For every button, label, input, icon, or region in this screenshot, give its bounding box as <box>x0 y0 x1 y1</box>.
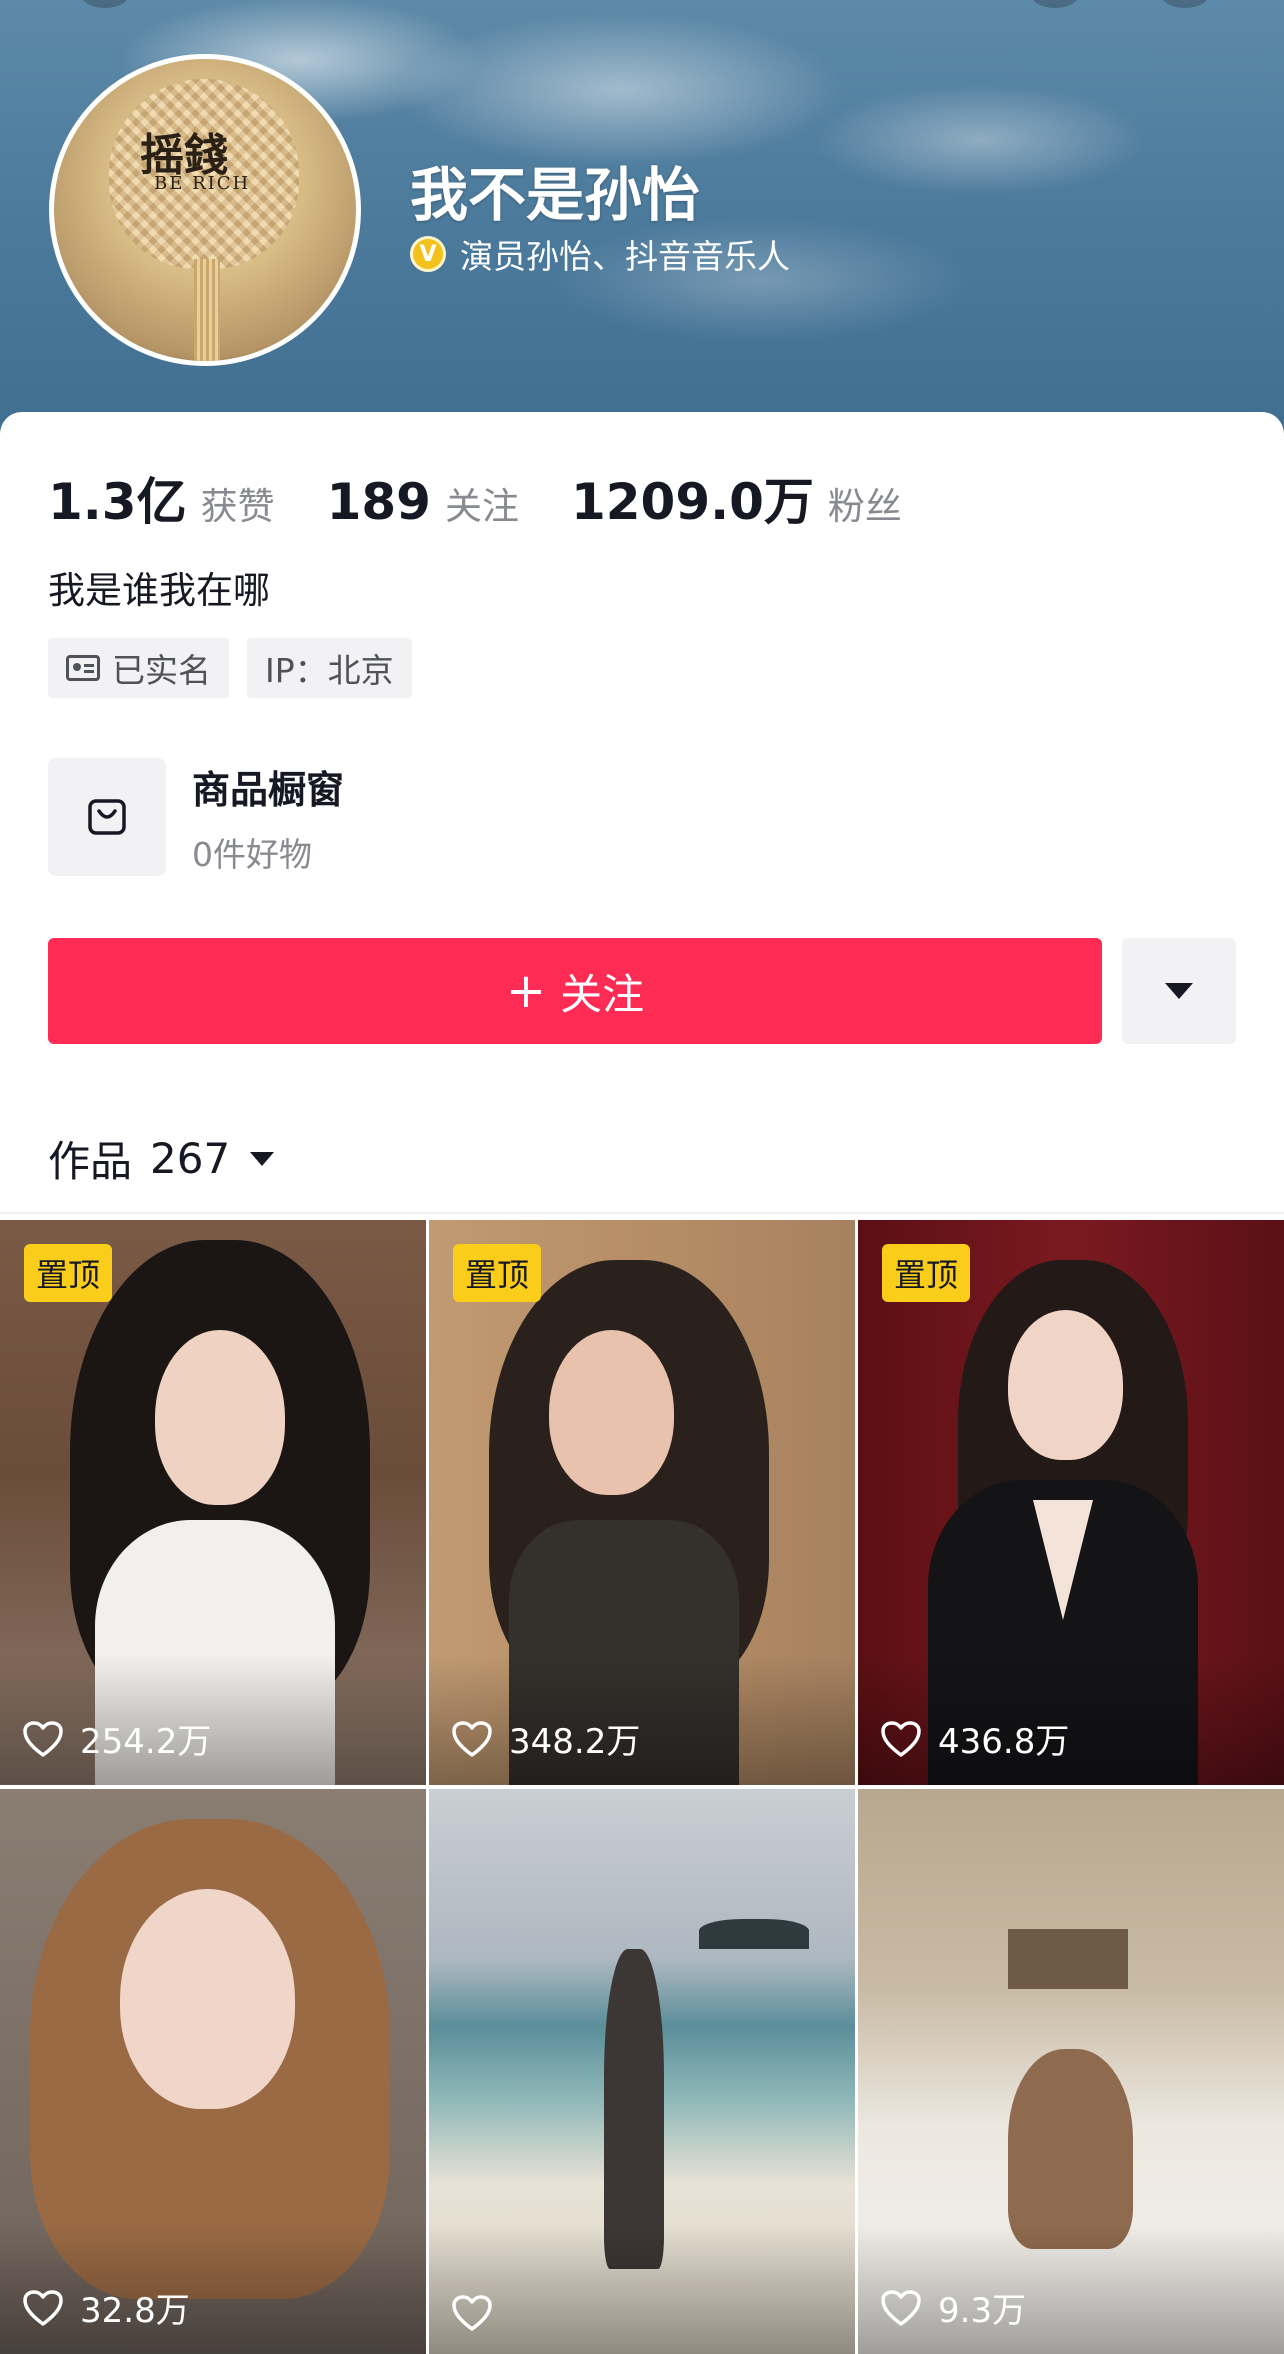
video-likes-count: 9.3万 <box>938 2291 1027 2331</box>
video-likes-count: 436.8万 <box>938 1722 1070 1762</box>
works-tab[interactable]: 作品 267 <box>48 1128 275 1189</box>
video-6-figure <box>1008 2049 1133 2249</box>
pinned-badge: 置顶 <box>882 1244 971 1302</box>
video-likes: 436.8万 <box>880 1714 1069 1763</box>
profile-banner: 摇錢 BE RICH 我不是孙怡 V 演员孙怡、抖音音乐人 <box>0 0 1284 440</box>
video-likes-count: 348.2万 <box>509 1722 641 1762</box>
video-likes: 254.2万 <box>22 1714 211 1763</box>
heart-icon <box>23 2289 63 2326</box>
video-thumbnail-4[interactable]: 32.8万 <box>0 1789 426 2354</box>
stat-followers-label: 粉丝 <box>827 485 902 528</box>
video-likes: 32.8万 <box>22 2283 190 2332</box>
video-likes: 348.2万 <box>451 1714 640 1763</box>
more-options-button[interactable] <box>1122 938 1236 1044</box>
video-2-face <box>549 1330 674 1495</box>
stat-following[interactable]: 189 关注 <box>327 473 519 531</box>
video-likes-count: 254.2万 <box>80 1722 212 1762</box>
video-thumbnail-2[interactable]: 置顶 348.2万 <box>429 1220 855 1785</box>
video-likes-count: 32.8万 <box>80 2291 190 2331</box>
video-likes <box>451 2294 509 2332</box>
video-5-shade <box>429 2224 855 2354</box>
shop-subtitle: 0件好物 <box>192 834 312 874</box>
works-dropdown-icon <box>250 1151 275 1166</box>
video-1-face <box>155 1330 285 1505</box>
stat-likes: 1.3亿 获赞 <box>48 462 275 534</box>
verification-line: V 演员孙怡、抖音音乐人 <box>410 230 790 278</box>
divider <box>0 1212 1284 1214</box>
plus-icon: + <box>505 963 547 1019</box>
id-card-icon <box>66 655 100 681</box>
video-thumbnail-6[interactable]: 9.3万 <box>858 1789 1284 2354</box>
shop-title: 商品橱窗 <box>192 767 345 812</box>
stat-following-value: 189 <box>326 473 431 531</box>
real-name-label: 已实名 <box>112 651 211 690</box>
banner-top-right-dot-2 <box>1160 0 1210 8</box>
video-5-pier <box>699 1919 809 1949</box>
stat-likes-label: 获赞 <box>200 485 275 528</box>
video-thumbnail-3[interactable]: 置顶 436.8万 <box>858 1220 1284 1785</box>
shop-text: 商品橱窗 0件好物 <box>192 759 344 876</box>
works-count: 267 <box>150 1134 231 1183</box>
heart-icon <box>452 1720 492 1757</box>
banner-top-left-dot <box>80 0 130 8</box>
verified-badge-icon: V <box>410 236 446 272</box>
heart-icon <box>881 2289 921 2326</box>
video-thumbnail-5[interactable] <box>429 1789 855 2354</box>
video-thumbnail-1[interactable]: 置顶 254.2万 <box>0 1220 426 1785</box>
video-6-wall-art <box>1008 1929 1128 1989</box>
stat-likes-value: 1.3亿 <box>48 473 187 531</box>
triangle-down-icon <box>1165 983 1193 999</box>
stat-followers-value: 1209.0万 <box>570 473 814 531</box>
avatar-fan-handle <box>194 259 220 361</box>
profile-bio: 我是谁我在哪 <box>48 569 270 612</box>
profile-tags: 已实名 IP：北京 <box>48 638 430 698</box>
banner-top-right-dot <box>1030 0 1080 8</box>
shop-window-entry[interactable]: 商品橱窗 0件好物 <box>48 758 344 876</box>
ip-location-tag: IP：北京 <box>247 638 412 698</box>
heart-icon <box>452 2295 492 2331</box>
follow-button[interactable]: + 关注 <box>48 938 1102 1044</box>
stat-followers[interactable]: 1209.0万 粉丝 <box>571 462 902 534</box>
pinned-badge: 置顶 <box>453 1244 542 1302</box>
stat-following-label: 关注 <box>444 485 519 528</box>
ip-location-label: IP：北京 <box>265 651 394 690</box>
avatar[interactable]: 摇錢 BE RICH <box>49 54 361 366</box>
heart-icon <box>881 1720 921 1757</box>
video-4-face <box>120 1889 295 2109</box>
video-3-face <box>1008 1310 1123 1460</box>
heart-icon <box>23 1720 63 1757</box>
follow-button-label: 关注 <box>560 969 645 1019</box>
verification-text: 演员孙怡、抖音音乐人 <box>460 237 790 276</box>
shopping-bag-icon <box>88 799 126 835</box>
video-likes: 9.3万 <box>880 2283 1026 2332</box>
video-5-figure <box>604 1949 664 2269</box>
real-name-tag: 已实名 <box>48 638 229 698</box>
shop-icon-box <box>48 758 166 876</box>
works-label: 作品 <box>48 1137 133 1186</box>
profile-nickname: 我不是孙怡 <box>410 161 701 229</box>
pinned-badge: 置顶 <box>24 1244 113 1302</box>
avatar-text-line2: BE RICH <box>154 173 251 194</box>
stats-row: 1.3亿 获赞 189 关注 1209.0万 粉丝 <box>48 462 954 534</box>
